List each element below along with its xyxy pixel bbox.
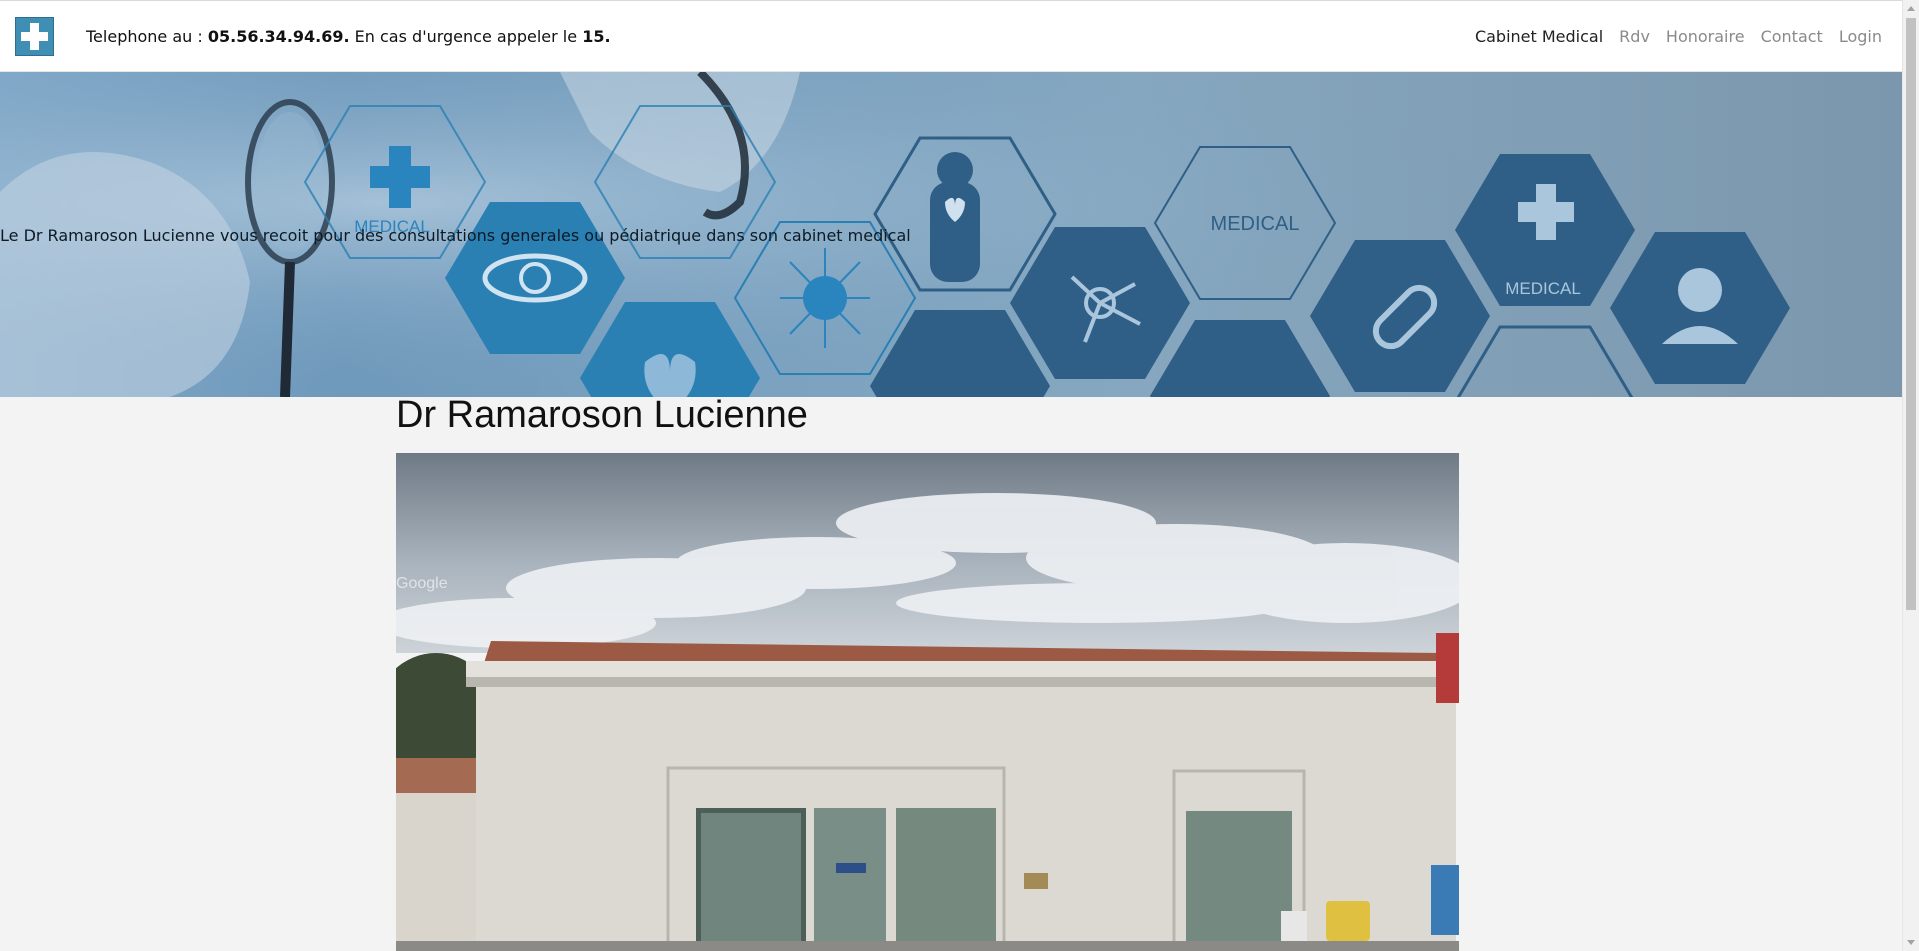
building-street-image: Google <box>396 453 1459 951</box>
nav-honoraire[interactable]: Honoraire <box>1666 27 1745 46</box>
nav-contact[interactable]: Contact <box>1761 27 1823 46</box>
phone-number: 05.56.34.94.69. <box>207 27 350 46</box>
medical-cross-logo-icon[interactable] <box>15 17 54 56</box>
main-nav: Cabinet Medical Rdv Honoraire Contact Lo… <box>1459 27 1882 46</box>
nav-login[interactable]: Login <box>1839 27 1882 46</box>
emergency-number: 15. <box>582 27 611 46</box>
phone-info: Telephone au : 05.56.34.94.69. En cas d'… <box>86 27 611 46</box>
scroll-up-arrow-icon[interactable] <box>1907 6 1915 11</box>
top-navbar: Telephone au : 05.56.34.94.69. En cas d'… <box>0 0 1902 72</box>
vertical-scrollbar[interactable] <box>1902 0 1919 951</box>
svg-text:MEDICAL: MEDICAL <box>1211 213 1300 235</box>
page-title: Dr Ramaroson Lucienne <box>396 394 808 436</box>
phone-prefix: Telephone au : <box>86 27 203 46</box>
hero-banner: MEDICAL MEDICAL MEDICAL Le Dr Ramaroson … <box>0 72 1902 397</box>
nav-rdv[interactable]: Rdv <box>1619 27 1650 46</box>
emergency-text: En cas d'urgence appeler le <box>354 27 578 46</box>
svg-text:Google: Google <box>396 575 448 592</box>
svg-text:MEDICAL: MEDICAL <box>1505 279 1581 298</box>
scroll-down-arrow-icon[interactable] <box>1907 940 1915 945</box>
hero-description: Le Dr Ramaroson Lucienne vous recoit pou… <box>0 226 911 245</box>
scroll-thumb[interactable] <box>1906 18 1916 610</box>
nav-cabinet-medical[interactable]: Cabinet Medical <box>1475 27 1603 46</box>
cabinet-building-photo: Google <box>396 453 1459 951</box>
